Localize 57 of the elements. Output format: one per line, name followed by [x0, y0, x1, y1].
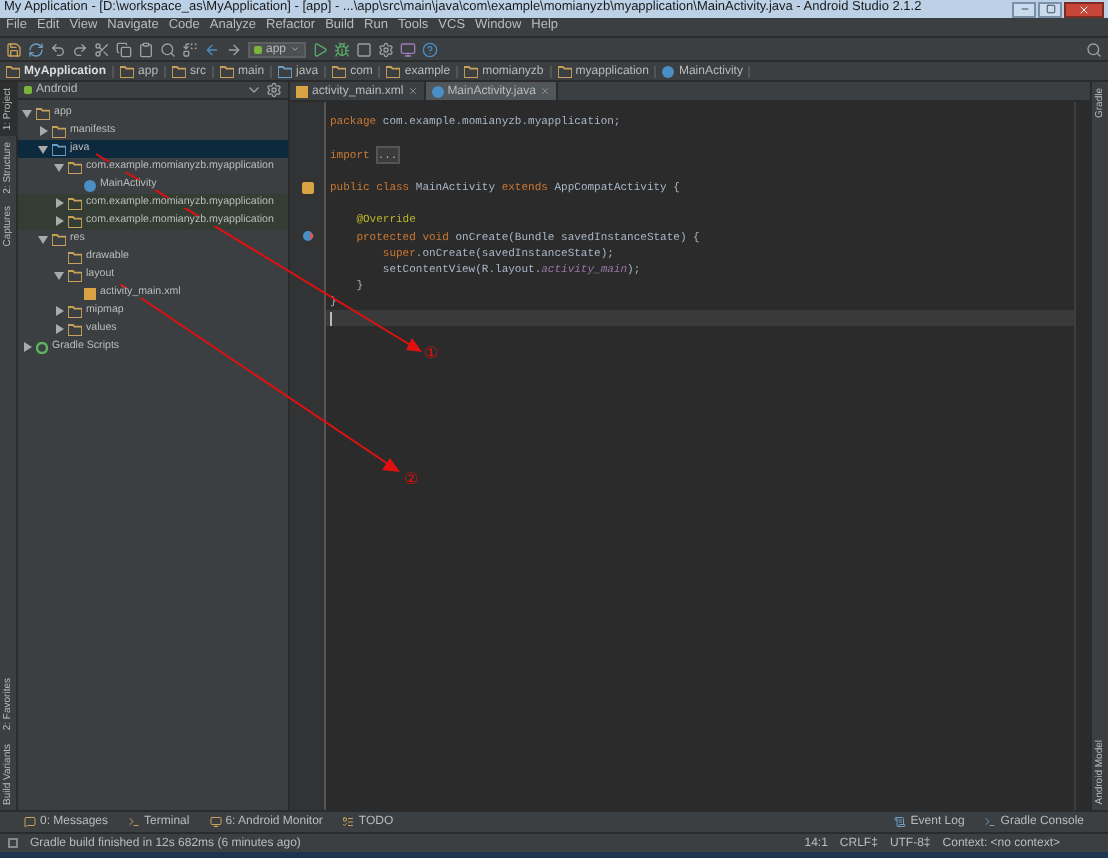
run-icon[interactable] — [312, 41, 329, 57]
folder-icon — [332, 65, 347, 77]
copy-icon[interactable] — [116, 41, 132, 57]
maximize-icon — [1045, 4, 1055, 14]
folder-icon — [386, 65, 401, 77]
xml-file-icon — [296, 85, 308, 97]
replace-icon[interactable] — [182, 41, 198, 57]
undo-icon[interactable] — [50, 41, 66, 57]
settings-icon[interactable] — [266, 82, 282, 98]
stop-icon[interactable] — [356, 41, 373, 57]
module-folder-icon — [6, 65, 20, 77]
settings-icon[interactable] — [378, 41, 395, 57]
folder-icon — [52, 125, 66, 137]
collapse-arrow-icon[interactable] — [23, 342, 31, 352]
expand-arrow-icon[interactable] — [54, 271, 64, 279]
class-icon — [662, 65, 675, 77]
source-folder-icon — [52, 143, 66, 155]
maximize-button[interactable] — [1038, 1, 1062, 17]
forward-icon[interactable] — [226, 41, 242, 57]
expand-arrow-icon[interactable] — [22, 109, 32, 117]
cut-icon[interactable] — [94, 41, 110, 57]
source-folder-icon — [278, 65, 293, 77]
annotation-number: ② — [404, 472, 418, 488]
save-icon[interactable] — [6, 41, 22, 57]
module-folder-icon — [36, 107, 50, 119]
paste-icon[interactable] — [138, 41, 154, 57]
gradle-icon — [36, 341, 48, 353]
minimize-button[interactable] — [1012, 1, 1036, 17]
class-icon — [84, 179, 96, 191]
search-icon[interactable] — [160, 41, 176, 57]
package-icon — [68, 161, 82, 173]
expand-arrow-icon[interactable] — [38, 235, 48, 243]
module-folder-icon — [120, 65, 135, 77]
collapse-arrow-icon[interactable] — [39, 126, 47, 136]
messages-icon — [24, 816, 36, 828]
back-icon[interactable] — [204, 41, 220, 57]
help-icon[interactable] — [422, 41, 439, 57]
search-icon[interactable] — [1086, 41, 1102, 57]
annotation-number: ① — [424, 346, 438, 362]
todo-icon — [342, 816, 355, 828]
folder-icon — [172, 65, 187, 77]
folder-icon — [464, 65, 479, 77]
override-gutter-icon[interactable] — [302, 230, 314, 243]
folder-icon — [557, 65, 572, 77]
minimize-icon — [1019, 4, 1029, 14]
redo-icon[interactable] — [72, 41, 88, 57]
text-caret — [330, 311, 332, 326]
close-button[interactable] — [1064, 1, 1104, 17]
caret-icon — [290, 44, 301, 54]
folder-icon — [220, 65, 235, 77]
layout-file-icon — [84, 287, 96, 299]
class-icon — [431, 85, 444, 97]
debug-icon[interactable] — [334, 41, 351, 57]
class-gutter-icon[interactable] — [302, 181, 314, 194]
sync-icon[interactable] — [28, 41, 44, 57]
dropdown-icon[interactable] — [246, 82, 262, 98]
close-icon — [1078, 3, 1090, 15]
